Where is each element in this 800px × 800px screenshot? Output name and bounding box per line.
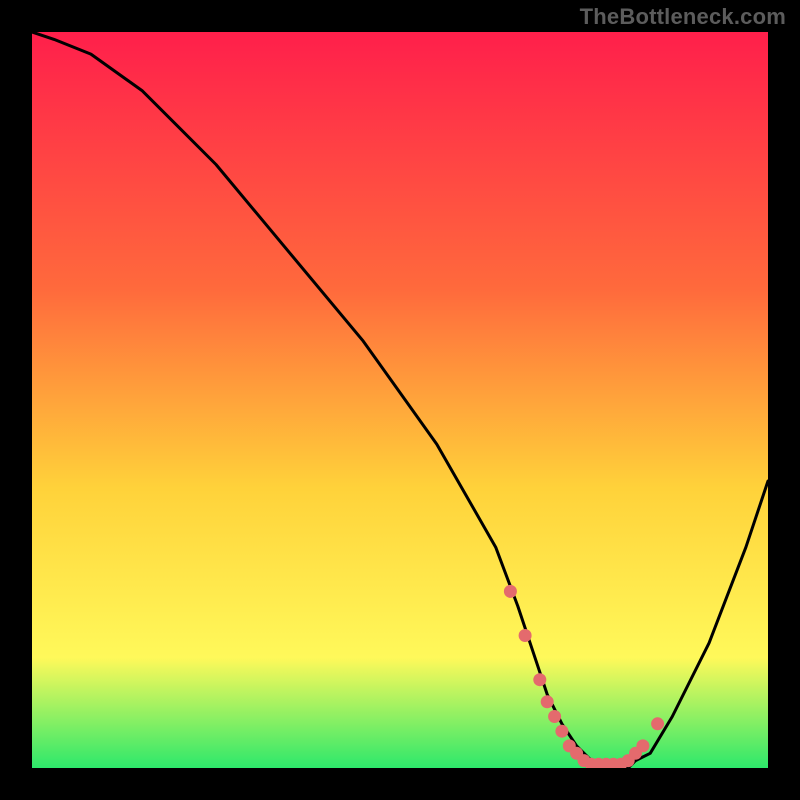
chart-svg <box>32 32 768 768</box>
marker-dot <box>555 725 568 738</box>
marker-dot <box>636 739 649 752</box>
chart-frame: TheBottleneck.com <box>0 0 800 800</box>
chart-plot-area <box>32 32 768 768</box>
gradient-background <box>32 32 768 768</box>
watermark-text: TheBottleneck.com <box>580 4 786 30</box>
marker-dot <box>519 629 532 642</box>
marker-dot <box>504 585 517 598</box>
marker-dot <box>533 673 546 686</box>
marker-dot <box>548 710 561 723</box>
marker-dot <box>651 717 664 730</box>
marker-dot <box>541 695 554 708</box>
